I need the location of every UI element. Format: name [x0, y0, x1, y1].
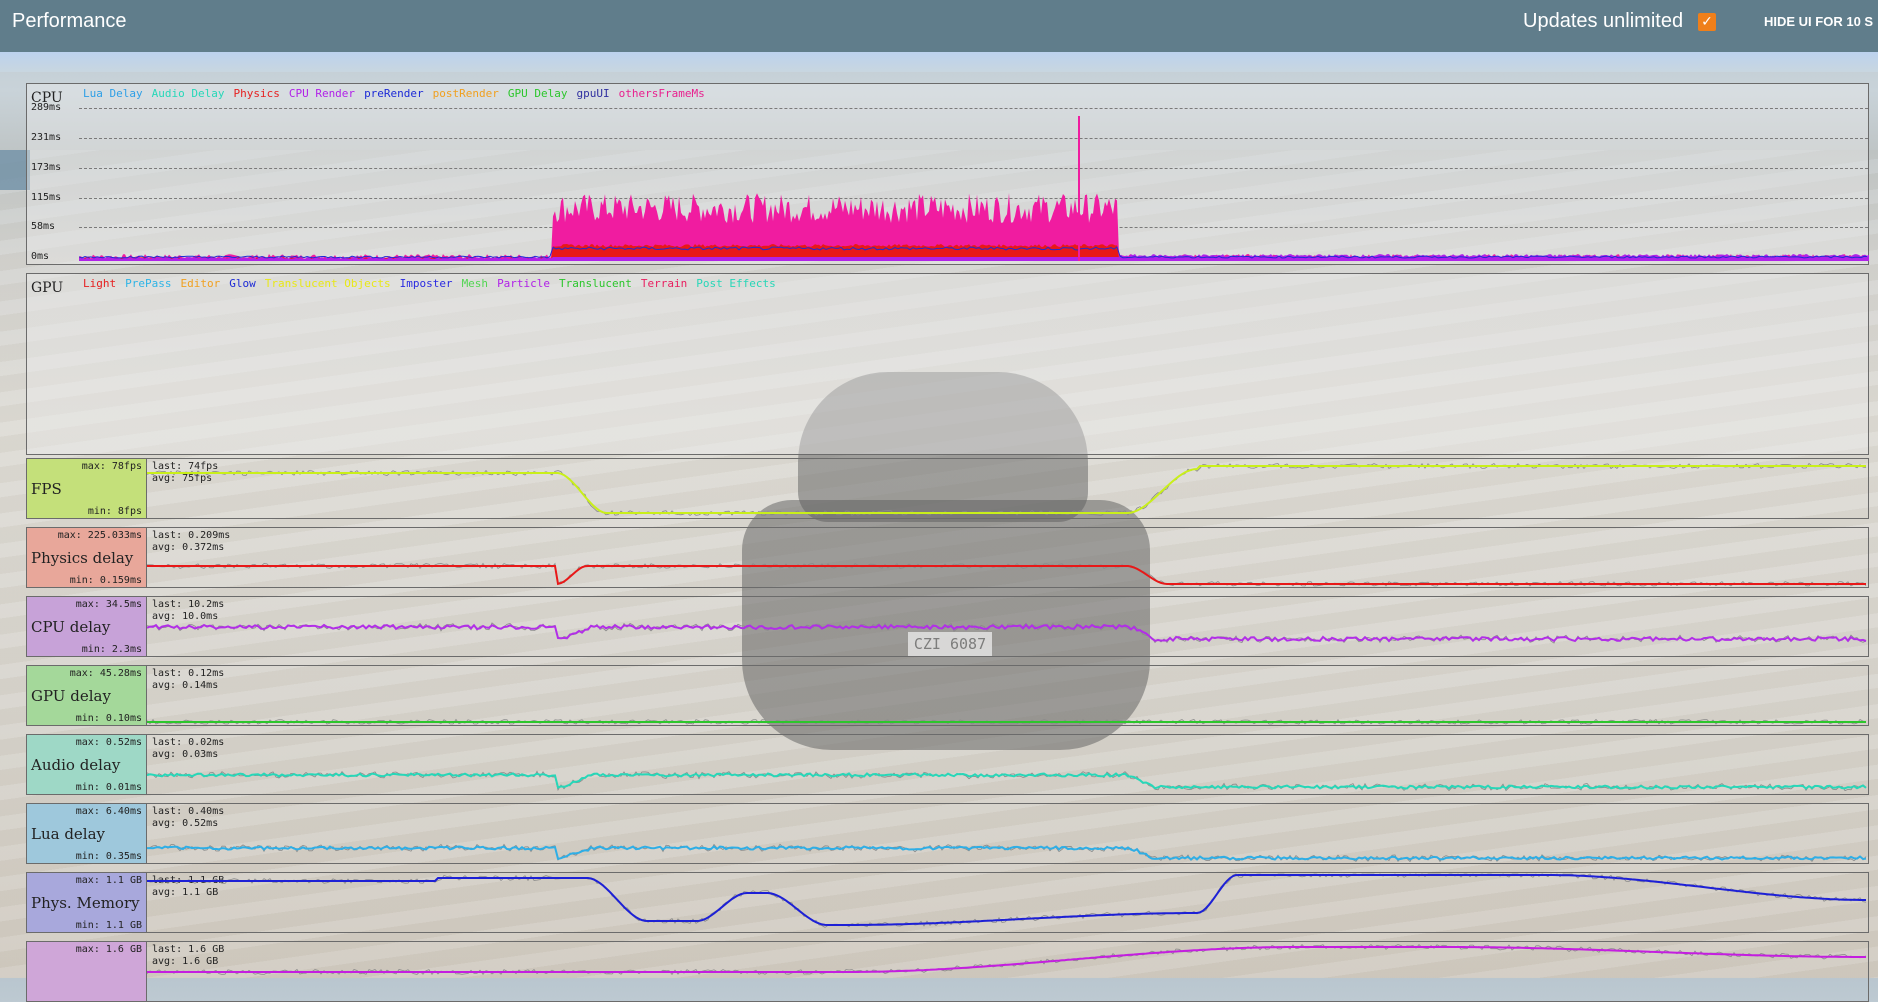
metric-avg-line: [147, 465, 1866, 514]
metric-max: max: 6.40ms: [75, 806, 142, 817]
gpu-legend-item: Particle: [497, 277, 551, 290]
gpu-legend-item: Imposter: [399, 277, 453, 290]
gpu-panel-title: GPU: [31, 280, 64, 296]
metric-max: max: 45.28ms: [69, 668, 142, 679]
metric-row: max: 0.52ms Audio delay min: 0.01ms last: 0…: [26, 734, 1869, 795]
gpu-legend-item: Translucent: [559, 277, 632, 290]
metric-name: Phys. Memory: [31, 894, 140, 912]
app-title: Performance: [12, 10, 127, 32]
cpu-y-tick: 231ms: [31, 132, 62, 143]
hide-ui-button[interactable]: HIDE UI FOR 10 S: [1764, 14, 1873, 29]
metric-row: max: 225.033ms Physics delay min: 0.159ms l…: [26, 527, 1869, 588]
metric-min: min: 0.10ms: [75, 713, 142, 724]
metric-row: max: 78fps FPS min: 8fps last: 74fps avg: 75…: [26, 458, 1869, 519]
metric-min: min: 0.01ms: [75, 782, 142, 793]
metric-name: FPS: [31, 480, 62, 498]
cpu-graph-panel: CPU Lua Delay Audio Delay Physics CPU Rende…: [26, 83, 1869, 265]
metric-min: min: 0.159ms: [69, 575, 142, 586]
metric-graph: [147, 873, 1867, 928]
metric-max: max: 1.6 GB: [75, 944, 142, 955]
metric-graph: [147, 843, 1867, 863]
metric-row: max: 1.6 GB last: 1.6 GB avg: 1.6 GB: [26, 941, 1869, 1002]
metric-row: max: 6.40ms Lua delay min: 0.35ms last: 0.4…: [26, 803, 1869, 864]
updates-unlimited-checkbox[interactable]: ✓: [1698, 13, 1716, 31]
metric-label-box: max: 225.033ms Physics delay min: 0.159ms: [27, 528, 147, 587]
metric-name: Lua delay: [31, 825, 106, 843]
cpu-y-tick: 173ms: [31, 162, 62, 173]
cpu-y-tick: 0ms: [31, 251, 50, 262]
metric-raw-line: [147, 944, 1867, 976]
metric-graph: [147, 770, 1867, 792]
cpu-y-tick: 289ms: [31, 102, 62, 113]
metric-row: max: 34.5ms CPU delay min: 2.3ms last: 10.2…: [26, 596, 1869, 657]
metric-label-box: max: 0.52ms Audio delay min: 0.01ms: [27, 735, 147, 794]
gpu-legend: Light PrePass Editor Glow Translucent Object…: [83, 277, 785, 290]
metric-avg-line: [147, 874, 1866, 926]
header-strip: [0, 52, 1878, 72]
gpu-legend-item: Light: [83, 277, 117, 290]
metric-min: min: 1.1 GB: [75, 920, 142, 931]
gpu-legend-item: Post Effects: [696, 277, 776, 290]
metric-min: min: 0.35ms: [75, 851, 142, 862]
metric-label-box: max: 45.28ms GPU delay min: 0.10ms: [27, 666, 147, 725]
metric-avg-line: [147, 772, 1867, 790]
metric-avg-line: [147, 623, 1867, 643]
gpu-legend-item: Translucent Objects: [264, 277, 391, 290]
top-bar: Performance Updates unlimited ✓ HIDE UI …: [0, 0, 1878, 52]
metric-graph: [147, 462, 1867, 517]
cpu-stacked-graph: [79, 116, 1869, 261]
metric-max: max: 0.52ms: [75, 737, 142, 748]
metric-label-box: max: 34.5ms CPU delay min: 2.3ms: [27, 597, 147, 656]
metric-max: max: 1.1 GB: [75, 875, 142, 886]
metric-avg-line: [147, 845, 1867, 861]
metric-label-box: max: 78fps FPS min: 8fps: [27, 459, 147, 518]
metric-name: Physics delay: [31, 549, 134, 567]
metric-max: max: 78fps: [81, 461, 142, 472]
metric-raw-line: [147, 462, 1867, 517]
cpu-y-tick: 58ms: [31, 221, 56, 232]
metric-min: min: 8fps: [87, 506, 142, 517]
metric-graph: [147, 562, 1867, 587]
metric-label-box: max: 1.1 GB Phys. Memory min: 1.1 GB: [27, 873, 147, 932]
gpu-legend-item: Glow: [229, 277, 256, 290]
cpu-y-tick: 115ms: [31, 192, 62, 203]
metric-label-box: max: 1.6 GB: [27, 942, 147, 1001]
metric-row: max: 45.28ms GPU delay min: 0.10ms last: 0.…: [26, 665, 1869, 726]
gpu-legend-item: PrePass: [125, 277, 172, 290]
metric-graph: [147, 718, 1867, 725]
gpu-legend-item: Terrain: [640, 277, 688, 290]
gpu-legend-item: Mesh: [461, 277, 489, 290]
metric-row: max: 1.1 GB Phys. Memory min: 1.1 GB last: …: [26, 872, 1869, 933]
gpu-graph-panel: GPU Light PrePass Editor Glow Translucent Ob…: [26, 273, 1869, 455]
gpu-legend-item: Editor: [180, 277, 221, 290]
metric-graph: [147, 622, 1867, 644]
metric-graph: [147, 944, 1867, 976]
metric-name: GPU delay: [31, 687, 111, 705]
metric-avg-line: [147, 946, 1866, 973]
metric-name: Audio delay: [31, 756, 121, 774]
metric-max: max: 34.5ms: [75, 599, 142, 610]
metric-max: max: 225.033ms: [57, 530, 142, 541]
metric-name: CPU delay: [31, 618, 111, 636]
metric-label-box: max: 6.40ms Lua delay min: 0.35ms: [27, 804, 147, 863]
metric-min: min: 2.3ms: [81, 644, 142, 655]
updates-unlimited-label: Updates unlimited: [1523, 10, 1684, 32]
